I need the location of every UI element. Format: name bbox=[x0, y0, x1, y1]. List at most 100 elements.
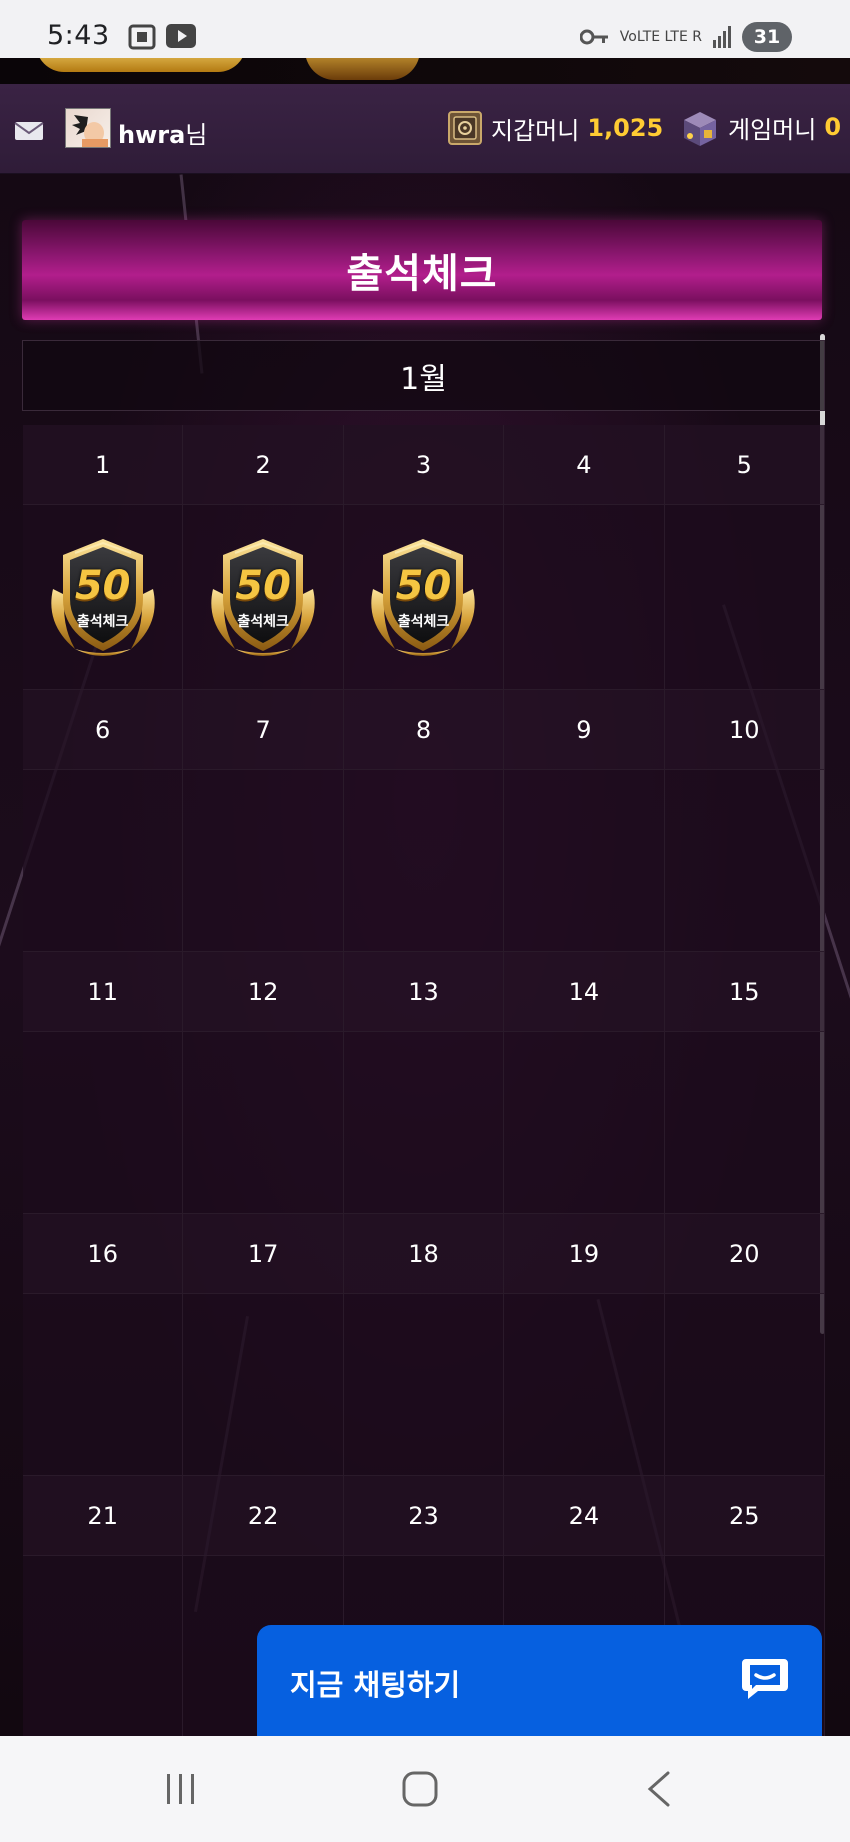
network-indicator: VoLTE LTE R bbox=[619, 29, 702, 45]
calendar-day-number: 7 bbox=[183, 690, 344, 770]
calendar-day-number: 11 bbox=[23, 952, 184, 1032]
username-suffix: 님 bbox=[185, 121, 208, 149]
username-text: hwra bbox=[118, 121, 186, 149]
site-logo-banner[interactable] bbox=[0, 58, 850, 84]
page-title-banner: 출석체크 bbox=[22, 220, 822, 320]
page-title: 출석체크 bbox=[346, 251, 498, 297]
game-money[interactable]: 게임머니 0 bbox=[680, 106, 841, 148]
calendar-day-number: 20 bbox=[664, 1214, 825, 1294]
month-label: 1월 bbox=[400, 361, 447, 397]
user-header-bar: hwra님 지갑머니 1,025 게임머니 0 bbox=[0, 84, 850, 174]
calendar-day-number: 10 bbox=[664, 690, 825, 770]
calendar-day-number: 14 bbox=[504, 952, 665, 1032]
calendar-day-row: 6 7 8 9 10 bbox=[23, 690, 825, 770]
calendar-stamp-cell bbox=[183, 770, 344, 952]
back-icon[interactable] bbox=[646, 1771, 672, 1807]
calendar-day-number: 18 bbox=[343, 1214, 505, 1294]
stamp-label: 출석체크 bbox=[237, 614, 289, 630]
calendar-day-number: 3 bbox=[343, 425, 505, 505]
attendance-stamp-badge: 50 출석체크 bbox=[35, 529, 171, 665]
attendance-calendar: 1 2 3 4 5 50 출석체크 50 출석체크 50 출석체크 6 7 8 9 10 11 12 13 14 15 1… bbox=[23, 425, 825, 1738]
calendar-stamp-cell bbox=[504, 770, 665, 952]
calendar-day-number: 12 bbox=[183, 952, 344, 1032]
calendar-day-row: 12345 bbox=[23, 425, 825, 505]
chat-bubble-icon bbox=[742, 1659, 788, 1699]
calendar-day-number: 16 bbox=[23, 1214, 184, 1294]
mail-icon[interactable] bbox=[14, 121, 44, 141]
calendar-stamp-cell bbox=[343, 1294, 505, 1476]
stamp-label: 출석체크 bbox=[397, 614, 450, 630]
live-chat-button[interactable]: 지금 채팅하기 bbox=[257, 1625, 822, 1736]
calendar-stamp-cell bbox=[23, 1032, 184, 1214]
calendar-stamp-row bbox=[23, 770, 825, 952]
stamp-number: 50 bbox=[74, 563, 131, 609]
calendar-day-row: 21 22 23 24 25 bbox=[23, 1476, 825, 1556]
calendar-day-row: 11 12 13 14 15 bbox=[23, 952, 825, 1032]
calendar-stamp-row bbox=[23, 1294, 825, 1476]
calendar-stamp-row bbox=[23, 1032, 825, 1214]
calendar-day-row: 16 17 18 19 20 bbox=[23, 1214, 825, 1294]
status-bar: 5:43 VoLTE LTE R 31 bbox=[0, 0, 850, 58]
calendar-day-number: 17 bbox=[183, 1214, 344, 1294]
calendar-day-number: 6 bbox=[23, 690, 184, 770]
attendance-stamp-badge: 50 출석체크 bbox=[355, 529, 491, 665]
stamp-label: 출석체크 bbox=[76, 614, 129, 630]
attendance-stamp-badge: 50 출석체크 bbox=[195, 529, 331, 665]
system-navigation-bar bbox=[0, 1736, 850, 1842]
stamp-number: 50 bbox=[235, 563, 291, 609]
calendar-stamp-cell: 50 출석체크 bbox=[343, 505, 505, 690]
wallet-value: 1,025 bbox=[587, 114, 664, 142]
status-time: 5:43 bbox=[47, 20, 110, 51]
calendar-day-number: 5 bbox=[664, 425, 825, 505]
logo-graphic bbox=[36, 58, 246, 72]
month-header: 1월 bbox=[22, 340, 825, 411]
calendar-day-number: 13 bbox=[343, 952, 505, 1032]
calendar-stamp-row: 50 출석체크 50 출석체크 50 출석체크 bbox=[23, 505, 825, 690]
wallet-money[interactable]: 지갑머니 1,025 bbox=[447, 110, 663, 146]
calendar-stamp-cell bbox=[23, 1294, 184, 1476]
youtube-icon bbox=[166, 24, 196, 48]
calendar-stamp-cell bbox=[23, 770, 184, 952]
calendar-day-number: 9 bbox=[504, 690, 665, 770]
calendar-stamp-cell bbox=[504, 505, 665, 690]
status-right: VoLTE LTE R 31 bbox=[579, 22, 792, 52]
screenshot-icon bbox=[128, 24, 156, 50]
stamp-number: 50 bbox=[395, 563, 452, 609]
calendar-stamp-cell bbox=[664, 1294, 825, 1476]
calendar-stamp-cell: 50 출석체크 bbox=[23, 505, 184, 690]
calendar-day-number: 2 bbox=[183, 425, 344, 505]
logo-chest-graphic bbox=[305, 58, 420, 80]
calendar-day-number: 23 bbox=[343, 1476, 505, 1556]
calendar-stamp-cell bbox=[504, 1294, 665, 1476]
calendar-stamp-cell bbox=[664, 770, 825, 952]
calendar-stamp-cell bbox=[664, 1032, 825, 1214]
battery-indicator: 31 bbox=[742, 22, 792, 52]
key-icon bbox=[579, 29, 608, 45]
calendar-day-number: 4 bbox=[504, 425, 665, 505]
calendar-stamp-cell bbox=[343, 1032, 505, 1214]
chat-button-label: 지금 채팅하기 bbox=[290, 1668, 461, 1702]
treasure-box-icon bbox=[684, 112, 716, 146]
status-notification-icons bbox=[128, 24, 196, 50]
avatar[interactable] bbox=[65, 108, 111, 148]
calendar-stamp-cell bbox=[343, 770, 505, 952]
calendar-day-number: 15 bbox=[664, 952, 825, 1032]
game-label: 게임머니 bbox=[728, 115, 817, 144]
calendar-stamp-cell bbox=[504, 1032, 665, 1214]
safe-icon bbox=[448, 111, 482, 145]
calendar-day-number: 19 bbox=[504, 1214, 665, 1294]
username: hwra님 bbox=[118, 115, 207, 150]
recent-apps-icon[interactable] bbox=[163, 1771, 199, 1807]
calendar-stamp-cell bbox=[183, 1032, 344, 1214]
signal-icon bbox=[713, 26, 731, 48]
home-icon[interactable] bbox=[402, 1771, 438, 1807]
calendar-day-number: 8 bbox=[343, 690, 505, 770]
game-value: 0 bbox=[824, 113, 842, 141]
calendar-stamp-cell bbox=[183, 1294, 344, 1476]
calendar-stamp-cell bbox=[664, 505, 825, 690]
calendar-stamp-cell: 50 출석체크 bbox=[183, 505, 344, 690]
calendar-day-number: 25 bbox=[664, 1476, 825, 1556]
calendar-day-number: 21 bbox=[23, 1476, 184, 1556]
calendar-stamp-cell bbox=[23, 1556, 184, 1738]
calendar-day-number: 24 bbox=[504, 1476, 665, 1556]
